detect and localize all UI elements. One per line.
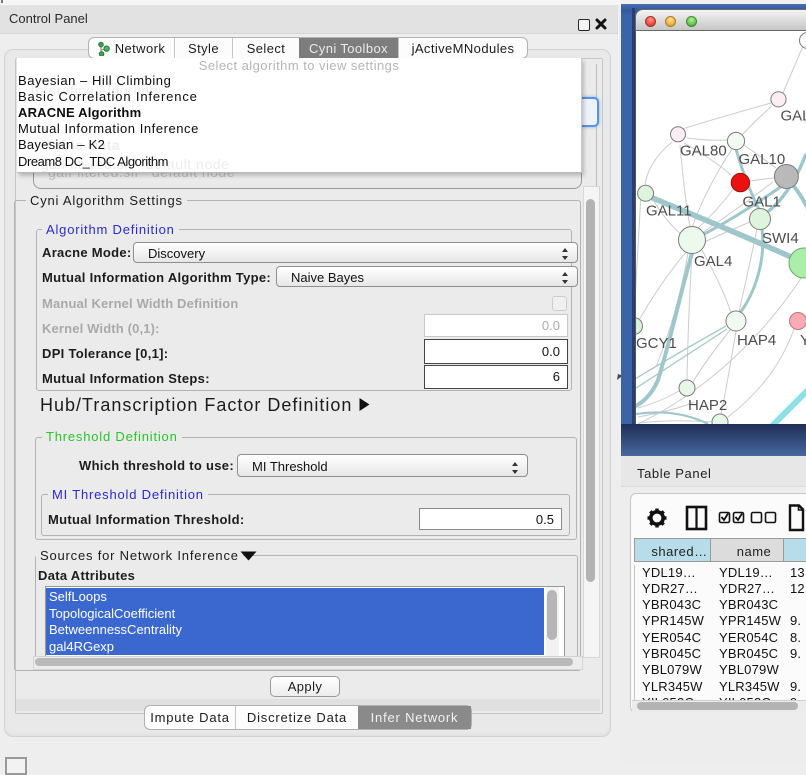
svg-text:GAL80: GAL80 bbox=[680, 143, 727, 160]
svg-text:GCY1: GCY1 bbox=[636, 335, 677, 352]
svg-text:Y: Y bbox=[800, 332, 806, 349]
svg-text:HAP2: HAP2 bbox=[688, 397, 727, 414]
svg-text:HAP4: HAP4 bbox=[737, 332, 776, 349]
svg-text:GAL4: GAL4 bbox=[694, 253, 732, 270]
svg-text:GAL11: GAL11 bbox=[646, 203, 692, 220]
svg-text:SWI4: SWI4 bbox=[762, 230, 799, 247]
svg-text:GAL2: GAL2 bbox=[781, 108, 806, 125]
svg-text:GAL10: GAL10 bbox=[739, 151, 786, 168]
svg-text:GAL1: GAL1 bbox=[743, 194, 781, 211]
